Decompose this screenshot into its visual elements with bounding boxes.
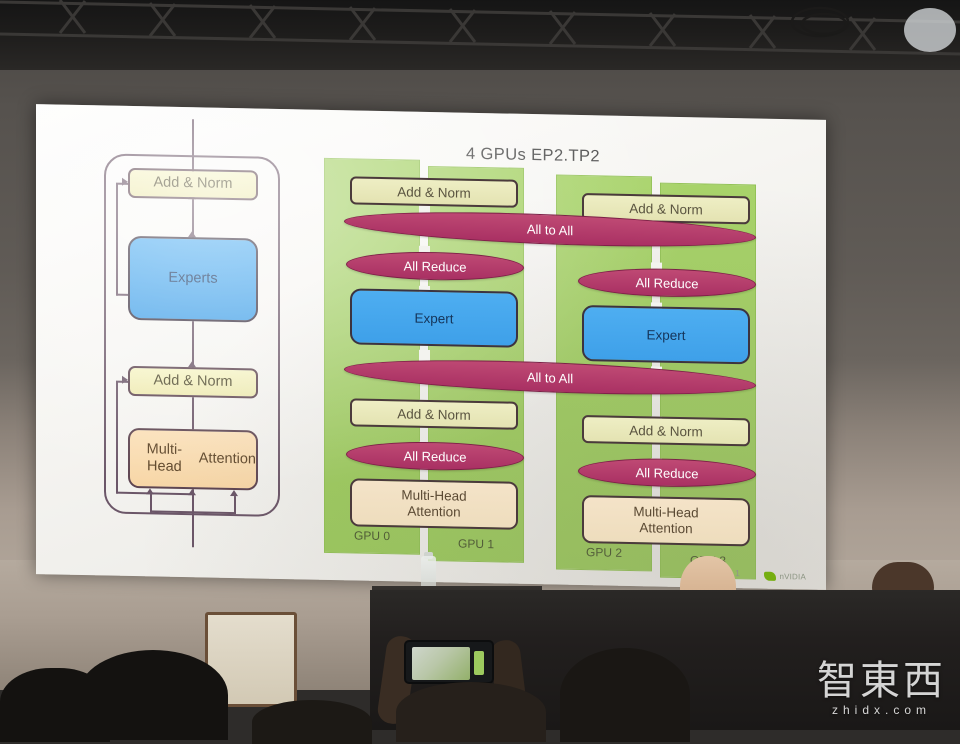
gpu-mha-left: Multi-Head Attention: [350, 478, 518, 530]
tf-experts-block: Experts: [128, 235, 258, 323]
tf-line-an2-mha: [192, 397, 195, 430]
tf-q-arrow: [146, 488, 154, 495]
tf-input-line: [192, 489, 195, 548]
gpu-label-2: GPU 2: [585, 545, 622, 560]
gpu-add-norm-bottom-right: Add & Norm: [582, 415, 750, 447]
tf-multi-head-attention: Multi-Head Attention: [128, 427, 258, 491]
watermark-en: zhidx.com: [831, 703, 932, 717]
audience-phone: [404, 640, 494, 684]
tf-v-arrow: [230, 489, 238, 497]
slide-page-number: 1: [734, 568, 740, 579]
nvidia-eye-icon: [764, 571, 777, 581]
tf-v-line: [234, 496, 237, 515]
audience-head-2: [0, 668, 110, 742]
gpu-mha-right-line1: Multi-Head: [633, 503, 699, 521]
gpu-mha-left-line1: Multi-Head: [401, 487, 467, 504]
gpu-add-norm-bottom-left: Add & Norm: [350, 398, 518, 430]
transformer-block-diagram: Add & Norm Experts Add & Norm Multi-Head…: [94, 119, 294, 549]
gpu-mha-right-line2: Attention: [639, 520, 693, 537]
gpu-mha-left-line2: Attention: [407, 503, 461, 520]
gpu-mha-right: Multi-Head Attention: [582, 495, 750, 547]
ceiling-truss: [0, 0, 960, 56]
tf-skip2-vertical: [116, 381, 119, 494]
tf-mha-line1: Multi-Head: [146, 441, 183, 475]
tf-add-norm-bottom: Add & Norm: [128, 365, 258, 399]
watermark: 智東西 zhidx.com: [817, 661, 946, 717]
audience-head-4: [560, 648, 690, 742]
tf-skip1-vertical: [116, 183, 119, 296]
nvidia-logo: nVIDIA: [764, 571, 806, 582]
tf-mha-line2: Attention: [198, 450, 256, 468]
tf-add-norm-top: Add & Norm: [128, 167, 258, 201]
tf-output-line: [192, 119, 195, 176]
phone-screen: [412, 647, 470, 680]
gpu-parallel-diagram: GPU 0 GPU 1 GPU 2 GPU 3: [324, 157, 764, 580]
audience-head-5: [252, 700, 372, 744]
slide-content: 4 GPUs EP2.TP2 Add & Norm Experts Add & …: [36, 104, 826, 590]
phone-accent: [474, 651, 484, 675]
tf-k-arrow: [188, 489, 196, 496]
gpu-add-norm-top-left: Add & Norm: [350, 176, 518, 208]
projection-screen: 4 GPUs EP2.TP2 Add & Norm Experts Add & …: [36, 104, 826, 590]
conference-room-photo: 4 GPUs EP2.TP2 Add & Norm Experts Add & …: [0, 0, 960, 744]
gpu-label-0: GPU 0: [353, 528, 390, 544]
tf-q-line: [150, 494, 153, 513]
audience-head-3: [396, 682, 546, 742]
watermark-cn: 智東西: [817, 658, 946, 704]
gpu-label-1: GPU 1: [457, 536, 494, 552]
gpu-expert-right: Expert: [582, 305, 750, 365]
gpu-expert-left: Expert: [350, 288, 518, 348]
nvidia-wordmark: nVIDIA: [779, 571, 806, 582]
